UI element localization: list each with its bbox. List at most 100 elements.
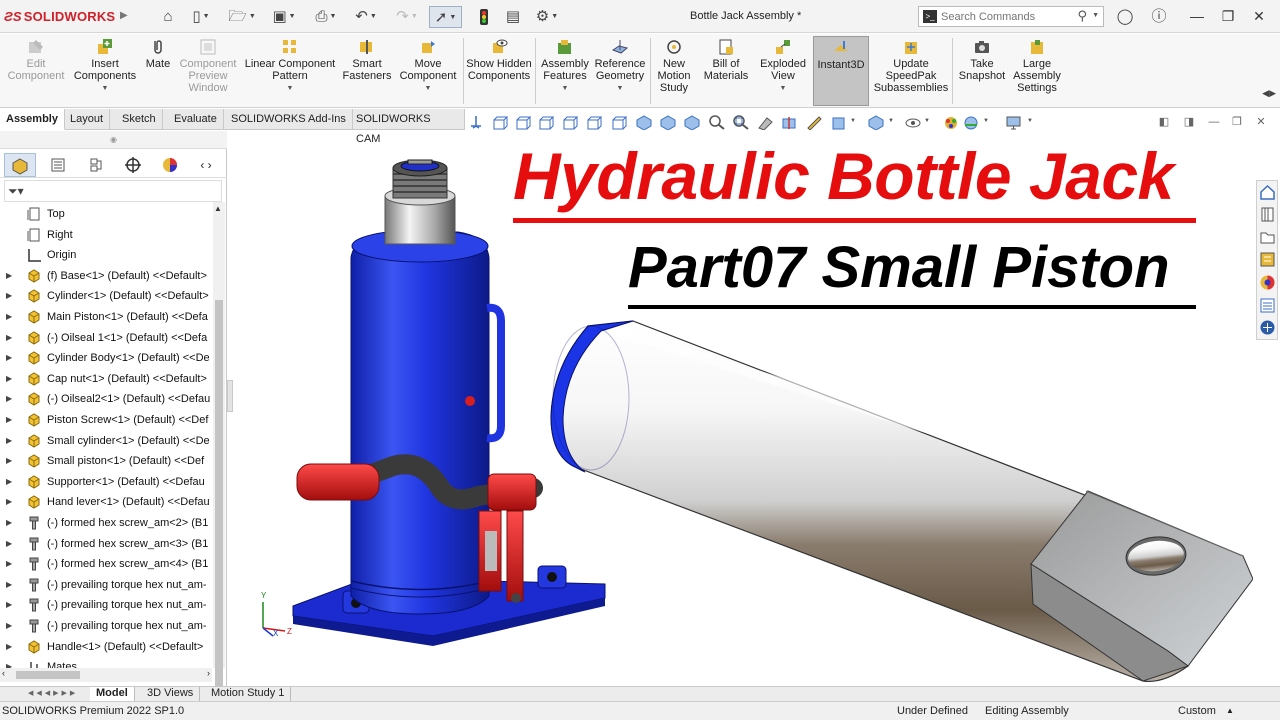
feature-tree-item[interactable]: ▶ Mates	[0, 657, 212, 668]
open-folder-icon[interactable]: 🗁 ▼	[226, 6, 258, 28]
home-icon[interactable]: ⌂	[157, 6, 179, 28]
custom-properties-icon[interactable]	[1259, 297, 1276, 314]
show-hidden-components-button[interactable]: Show Hidden Components	[466, 36, 532, 106]
cube-top-icon[interactable]	[586, 115, 603, 130]
options-gear-icon[interactable]: ⚙ ▼	[530, 6, 564, 28]
tab-3d-views[interactable]: 3D Views	[141, 687, 201, 701]
search-input[interactable]	[941, 9, 1071, 24]
feature-tree-item[interactable]: ▶ Small piston<1> (Default) <<Def	[0, 451, 212, 471]
viewport-next-icon[interactable]: ◨	[1181, 114, 1197, 130]
cube-right-icon[interactable]	[562, 115, 579, 130]
viewport-restore-icon[interactable]: ❐	[1229, 114, 1245, 130]
feature-tree-item[interactable]: ▶ Handle<1> (Default) <<Default>	[0, 637, 212, 657]
app-logo[interactable]: ƧS SOLIDWORKS	[4, 9, 115, 24]
feature-tree-item[interactable]: ▶ (-) Oilseal2<1> (Default) <<Defau	[0, 389, 212, 409]
feature-tree-item[interactable]: Right	[0, 225, 212, 245]
feature-tree-item[interactable]: ▶ (-) prevailing torque hex nut_am-	[0, 595, 212, 615]
zoom-to-area-icon[interactable]	[732, 115, 749, 130]
rebuild-traffic-light-icon[interactable]	[473, 6, 495, 28]
feature-tree-item[interactable]: ▶ (-) prevailing torque hex nut_am-	[0, 616, 212, 636]
property-manager-tab-icon[interactable]	[42, 153, 74, 177]
take-snapshot-button[interactable]: Take Snapshot	[955, 36, 1009, 106]
dimxpert-manager-tab-icon[interactable]	[117, 153, 149, 177]
configuration-manager-tab-icon[interactable]	[80, 153, 112, 177]
zoom-to-fit-icon[interactable]	[708, 115, 725, 130]
isometric-view-icon[interactable]	[636, 115, 653, 130]
expand-arrow-icon[interactable]: ▶	[6, 369, 12, 389]
expand-arrow-icon[interactable]: ▶	[6, 389, 12, 409]
feature-tree-item[interactable]: ▶ (-) Oilseal 1<1> (Default) <<Defa	[0, 328, 212, 348]
dynamic-annotation-icon[interactable]	[806, 115, 823, 130]
exploded-view-button[interactable]: Exploded View ▼	[756, 36, 810, 106]
mate-button[interactable]: Mate	[142, 36, 174, 106]
file-properties-icon[interactable]: ▤	[502, 6, 524, 28]
edit-appearance-icon[interactable]	[943, 115, 960, 130]
feature-tree-filter[interactable]: ⏷▾	[4, 180, 222, 202]
restore-icon[interactable]: ❐	[1217, 6, 1239, 26]
feature-tree-item[interactable]: ▶ Main Piston<1> (Default) <<Defa	[0, 307, 212, 327]
display-manager-tab-icon[interactable]	[154, 153, 186, 177]
tab-evaluate[interactable]: Evaluate	[168, 109, 224, 130]
cube-back-icon[interactable]	[515, 115, 532, 130]
feature-tree-item[interactable]: ▶ (-) formed hex screw_am<3> (B1	[0, 534, 212, 554]
print-icon[interactable]: ⎙ ▼	[309, 6, 343, 28]
search-commands-box[interactable]: >_ ⚲ ▼	[918, 6, 1104, 27]
expand-arrow-icon[interactable]: ▶	[6, 534, 12, 554]
assembly-features-button[interactable]: Assembly Features ▼	[538, 36, 592, 106]
expand-arrow-icon[interactable]: ▶	[6, 348, 12, 368]
linear-component-pattern-button[interactable]: Linear Component Pattern ▼	[242, 36, 338, 106]
undo-icon[interactable]: ↶ ▼	[350, 6, 382, 28]
component-preview-window-button[interactable]: Component Preview Window	[176, 36, 240, 106]
dimetric-view-icon[interactable]	[684, 115, 701, 130]
feature-tree-item[interactable]: ▶ Small cylinder<1> (Default) <<De	[0, 431, 212, 451]
feature-tree-item[interactable]: ▶ (-) formed hex screw_am<4> (B1	[0, 554, 212, 574]
view-orientation-icon[interactable]	[468, 115, 485, 130]
expand-arrow-icon[interactable]: ▶	[6, 410, 12, 430]
view-monitor-icon[interactable]	[1005, 115, 1022, 130]
viewport-minimize-icon[interactable]: —	[1206, 114, 1222, 130]
large-assembly-settings-button[interactable]: Large Assembly Settings	[1010, 36, 1064, 106]
solidworks-forum-icon[interactable]	[1259, 319, 1276, 336]
units-dropdown-icon[interactable]: ▲	[1226, 702, 1234, 720]
instant3d-button[interactable]: Instant3D	[813, 36, 869, 106]
close-icon[interactable]: ✕	[1248, 6, 1270, 26]
expand-arrow-icon[interactable]: ▶	[6, 657, 12, 668]
chevron-down-icon[interactable]: ▼	[888, 118, 894, 124]
feature-tree-item[interactable]: ▶ Piston Screw<1> (Default) <<Def	[0, 410, 212, 430]
solidworks-resources-home-icon[interactable]	[1259, 184, 1276, 201]
feature-tree-item[interactable]: Top	[0, 204, 212, 224]
expand-arrow-icon[interactable]: ▶	[6, 616, 12, 636]
hide-show-items-icon[interactable]	[905, 115, 922, 130]
feature-tree-item[interactable]: ▶ Cap nut<1> (Default) <<Default>	[0, 369, 212, 389]
expand-arrow-icon[interactable]: ▶	[6, 307, 12, 327]
tab-solidworks-cam[interactable]: SOLIDWORKS CAM	[350, 109, 465, 145]
appearances-scenes-icon[interactable]	[1259, 274, 1276, 291]
expand-arrow-icon[interactable]: ▶	[6, 328, 12, 348]
feature-tree-item[interactable]: ▶ (f) Base<1> (Default) <<Default>	[0, 266, 212, 286]
user-account-icon[interactable]: ◯	[1115, 7, 1135, 27]
tab-nav-arrows[interactable]: ◀◀◀▶▶▶	[28, 689, 84, 700]
redo-icon[interactable]: ↷ ▼	[392, 6, 422, 28]
view-settings-icon[interactable]	[831, 115, 848, 130]
reference-geometry-button[interactable]: Reference Geometry ▼	[592, 36, 648, 106]
update-speedpak-button[interactable]: Update SpeedPak Subassemblies	[872, 36, 950, 106]
menu-expand-icon[interactable]: ▶	[120, 10, 128, 21]
feature-tree-item[interactable]: Origin	[0, 245, 212, 265]
expand-arrow-icon[interactable]: ▶	[6, 595, 12, 615]
feature-manager-tab-icon[interactable]	[4, 153, 36, 177]
previous-view-icon[interactable]	[757, 115, 774, 130]
help-icon[interactable]: ⓘ	[1149, 7, 1169, 27]
chevron-down-icon[interactable]: ▼	[1092, 12, 1099, 19]
feature-tree-item[interactable]: ▶ Hand lever<1> (Default) <<Defau	[0, 492, 212, 512]
tab-model[interactable]: Model	[90, 687, 135, 701]
feature-tree-item[interactable]: ▶ (-) formed hex screw_am<2> (B1	[0, 513, 212, 533]
feature-tree-item[interactable]: ▶ Cylinder<1> (Default) <<Default>	[0, 286, 212, 306]
panel-tab-scroll-arrows[interactable]: ‹ ›	[190, 153, 222, 177]
trimetric-view-icon[interactable]	[660, 115, 677, 130]
chevron-down-icon[interactable]: ▼	[850, 118, 856, 124]
move-component-button[interactable]: Move Component ▼	[396, 36, 460, 106]
new-document-icon[interactable]: ▯ ▼	[186, 6, 216, 28]
expand-arrow-icon[interactable]: ▶	[6, 431, 12, 451]
viewport-prev-icon[interactable]: ◧	[1156, 114, 1172, 130]
display-style-icon[interactable]	[868, 115, 885, 130]
